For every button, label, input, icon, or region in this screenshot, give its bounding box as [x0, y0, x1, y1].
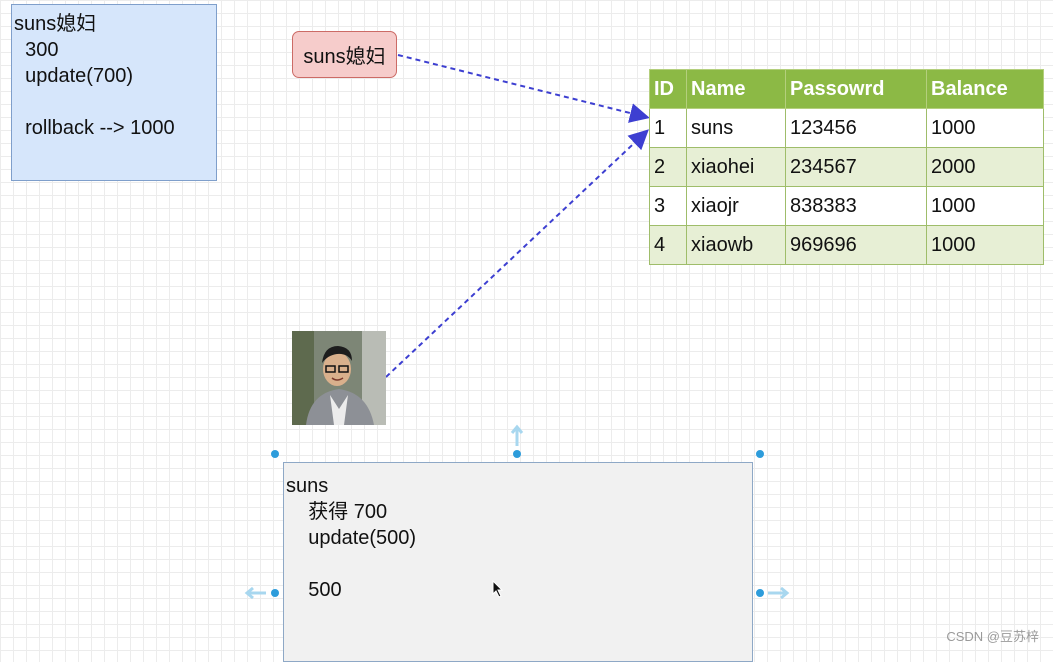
user-avatar-photo[interactable] [292, 331, 386, 425]
note-line: rollback --> 1000 [14, 117, 175, 139]
note-line [286, 551, 752, 577]
avatar-illustration [292, 331, 386, 425]
watermark: CSDN @豆苏梓 [946, 629, 1039, 644]
wife-transaction-note[interactable]: suns媳妇 300 update(700) rollback --> 1000 [11, 4, 217, 181]
arrow-avatar-to-table [385, 129, 649, 378]
table-row: 4 xiaowb 969696 1000 [649, 225, 1044, 265]
cell-balance: 1000 [926, 108, 1044, 148]
resize-handle-top-center[interactable] [513, 450, 521, 458]
wife-label-text: suns媳妇 [303, 46, 386, 68]
cell-balance: 2000 [926, 147, 1044, 187]
note-line [14, 89, 216, 115]
table-row: 1 suns 123456 1000 [649, 108, 1044, 148]
resize-handle-middle-right[interactable] [756, 589, 764, 597]
cell-balance: 1000 [926, 186, 1044, 226]
cell-id: 1 [649, 108, 687, 148]
cell-id: 2 [649, 147, 687, 187]
header-name: Name [686, 69, 786, 109]
header-password: Passowrd [785, 69, 927, 109]
cell-password: 969696 [785, 225, 927, 265]
note-line: update(500) [286, 527, 417, 549]
cell-password: 123456 [785, 108, 927, 148]
note-line: update(700) [14, 65, 133, 87]
table-header-row: ID Name Passowrd Balance [649, 69, 1044, 109]
table-row: 2 xiaohei 234567 2000 [649, 147, 1044, 187]
cell-balance: 1000 [926, 225, 1044, 265]
cell-name: suns [686, 108, 786, 148]
table-row: 3 xiaojr 838383 1000 [649, 186, 1044, 226]
arrow-pink-to-table [397, 54, 650, 123]
header-balance: Balance [926, 69, 1044, 109]
cell-name: xiaowb [686, 225, 786, 265]
cell-name: xiaohei [686, 147, 786, 187]
wife-label-box[interactable]: suns媳妇 [292, 31, 397, 78]
cell-name: xiaojr [686, 186, 786, 226]
cell-id: 4 [649, 225, 687, 265]
suns-transaction-note[interactable]: suns 获得 700 update(500) 500 [283, 462, 753, 662]
note-line: 300 [14, 39, 59, 61]
cell-password: 838383 [785, 186, 927, 226]
resize-handle-top-right[interactable] [756, 450, 764, 458]
note-line: suns [286, 475, 329, 497]
cell-password: 234567 [785, 147, 927, 187]
account-table: ID Name Passowrd Balance 1 suns 123456 1… [649, 69, 1044, 265]
resize-handle-middle-left[interactable] [271, 589, 279, 597]
resize-handle-top-left[interactable] [271, 450, 279, 458]
header-id: ID [649, 69, 687, 109]
note-line: 500 [286, 579, 342, 601]
note-line: 获得 700 [286, 501, 388, 523]
cell-id: 3 [649, 186, 687, 226]
note-line: suns媳妇 [14, 13, 97, 35]
mouse-cursor-icon [492, 580, 504, 598]
